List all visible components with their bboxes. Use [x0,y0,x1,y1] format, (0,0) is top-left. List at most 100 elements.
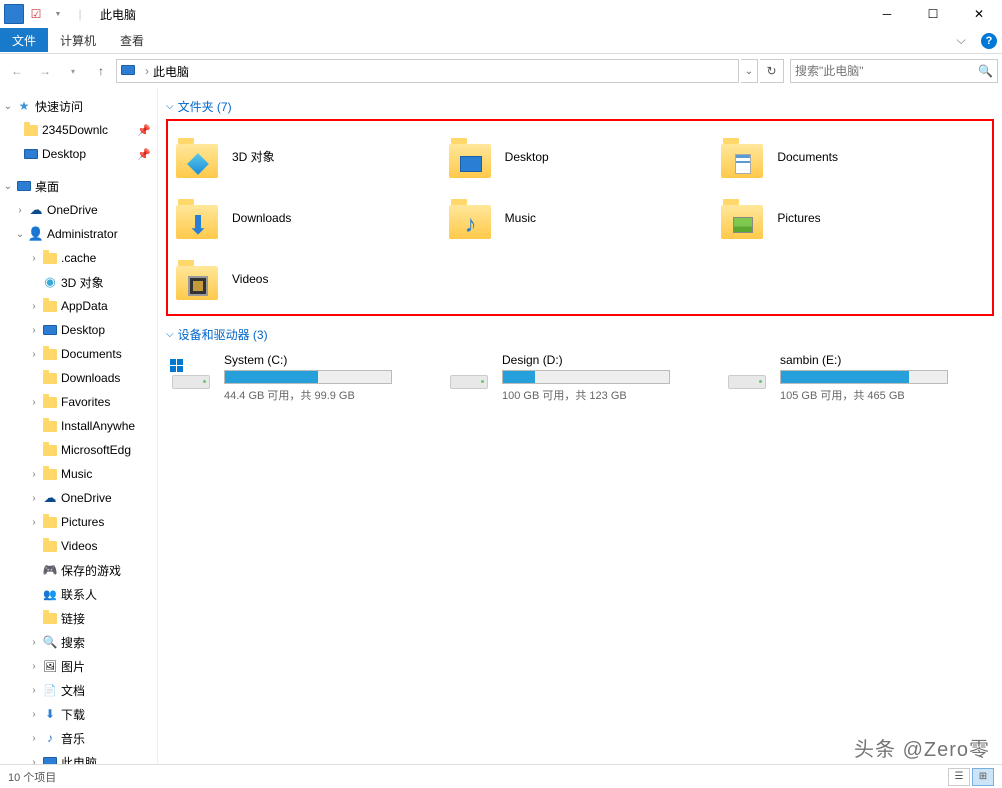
tree-item[interactable]: Videos [0,534,157,558]
search-box[interactable]: 🔍 [790,59,998,83]
qat-dropdown-icon[interactable]: ▼ [48,4,68,24]
help-button[interactable]: ? [976,28,1002,53]
refresh-button[interactable]: ↻ [760,59,784,83]
chevron-down-icon[interactable]: ⌵ [166,101,174,112]
drive-item[interactable]: sambin (E:) 105 GB 可用，共 465 GB [724,353,992,403]
tree-item[interactable]: ⌄ 👤 Administrator [0,222,157,246]
tree-item[interactable]: › Pictures [0,510,157,534]
expander-icon[interactable]: ⌄ [2,101,14,112]
search-icon[interactable]: 🔍 [978,64,993,78]
tree-item[interactable]: › .cache [0,246,157,270]
tree-item[interactable]: 2345Downlc 📌 [0,118,157,142]
tree-item[interactable]: › ♪ 音乐 [0,726,157,750]
expander-icon[interactable]: › [28,397,40,408]
tree-label: OneDrive [47,203,98,217]
tree-item[interactable]: › Favorites [0,390,157,414]
expander-icon[interactable]: ⌄ [14,229,26,240]
view-tab[interactable]: 查看 [108,28,156,53]
folder-item[interactable]: ♪ Music [449,190,712,245]
drive-item[interactable]: System (C:) 44.4 GB 可用，共 99.9 GB [168,353,436,403]
expander-icon[interactable]: › [28,253,40,264]
tree-item[interactable]: MicrosoftEdg [0,438,157,462]
expander-icon[interactable]: › [28,325,40,336]
folder-icon [449,136,497,178]
folder-item[interactable]: Pictures [721,190,984,245]
tree-item[interactable]: › ⬇ 下载 [0,702,157,726]
qat-properties-icon[interactable]: ☑ [26,4,46,24]
file-tab[interactable]: 文件 [0,28,48,52]
expander-icon[interactable]: › [28,733,40,744]
tree-item[interactable]: Desktop 📌 [0,142,157,166]
collapse-ribbon-icon[interactable]: ⌵ [946,28,976,53]
expander-icon[interactable]: › [28,493,40,504]
search-input[interactable] [795,64,978,78]
folder-item[interactable]: Documents [721,129,984,184]
tree-item[interactable]: › ☁ OneDrive [0,198,157,222]
expander-icon[interactable]: › [28,709,40,720]
expander-icon[interactable]: › [14,205,26,216]
expander-icon[interactable]: › [28,469,40,480]
tree-desktop[interactable]: ⌄ 桌面 [0,174,157,198]
maximize-button[interactable]: ☐ [910,0,956,28]
expander-icon[interactable]: › [28,637,40,648]
folder-icon [41,445,59,456]
navigation-pane[interactable]: ⌄ ★ 快速访问 2345Downlc 📌 Desktop 📌 ⌄ 桌面 › ☁… [0,88,158,764]
address-history-dropdown[interactable]: ⌄ [741,59,758,83]
tree-item[interactable]: › Desktop [0,318,157,342]
tree-item[interactable]: InstallAnywhe [0,414,157,438]
expander-icon[interactable]: › [28,757,40,765]
tree-item[interactable]: ◉ 3D 对象 [0,270,157,294]
tree-item[interactable]: › Documents [0,342,157,366]
tree-item[interactable]: › Music [0,462,157,486]
close-button[interactable]: ✕ [956,0,1002,28]
address-bar[interactable]: › 此电脑 [116,59,739,83]
forward-button[interactable]: → [32,58,58,84]
details-view-button[interactable]: ☰ [948,768,970,786]
tiles-view-button[interactable]: ⊞ [972,768,994,786]
expander-icon[interactable]: ⌄ [2,181,14,192]
tree-item[interactable]: 链接 [0,606,157,630]
expander-icon[interactable]: › [28,685,40,696]
folder-label: Desktop [505,150,549,164]
drives-section-header[interactable]: ⌵ 设备和驱动器 (3) [166,322,994,347]
back-button[interactable]: ← [4,58,30,84]
expander-icon[interactable]: › [28,349,40,360]
window-title: 此电脑 [100,6,136,23]
tree-quick-access[interactable]: ⌄ ★ 快速访问 [0,94,157,118]
3d-icon: ◉ [41,274,59,290]
content-area[interactable]: ⌵ 文件夹 (7) 3D 对象 Desktop Documents ⬇ Down… [158,88,1002,764]
expander-icon[interactable]: › [28,661,40,672]
tree-item[interactable]: 🎮 保存的游戏 [0,558,157,582]
folders-section-header[interactable]: ⌵ 文件夹 (7) [166,94,994,119]
breadcrumb-location[interactable]: 此电脑 [153,63,189,80]
folder-icon [41,301,59,312]
drive-item[interactable]: Design (D:) 100 GB 可用，共 123 GB [446,353,714,403]
tree-item[interactable]: Downloads [0,366,157,390]
expander-icon[interactable]: › [28,517,40,528]
search-icon: 🔍 [41,635,59,649]
pictures-icon: 🖼 [41,660,59,673]
up-button[interactable]: ↑ [88,58,114,84]
folder-item[interactable]: 3D 对象 [176,129,439,184]
recent-dropdown-icon[interactable]: ▾ [60,58,86,84]
tree-item[interactable]: › 此电脑 [0,750,157,764]
folder-item[interactable]: ⬇ Downloads [176,190,439,245]
tree-label: Administrator [47,227,118,241]
tree-item[interactable]: › AppData [0,294,157,318]
tree-item[interactable]: › 🔍 搜索 [0,630,157,654]
cloud-icon: ☁ [41,490,59,506]
chevron-down-icon[interactable]: ⌵ [166,329,174,340]
tree-item[interactable]: 👥 联系人 [0,582,157,606]
folder-item[interactable]: Desktop [449,129,712,184]
minimize-button[interactable]: ─ [864,0,910,28]
tree-label: 搜索 [61,634,85,651]
folder-icon [41,469,59,480]
computer-tab[interactable]: 计算机 [48,28,108,53]
tree-item[interactable]: › 🖼 图片 [0,654,157,678]
expander-icon[interactable]: › [28,301,40,312]
folder-item[interactable]: Videos [176,251,439,306]
drive-label: Design (D:) [502,353,714,367]
tree-item[interactable]: › 📄 文档 [0,678,157,702]
chevron-right-icon[interactable]: › [141,64,153,78]
tree-item[interactable]: › ☁ OneDrive [0,486,157,510]
